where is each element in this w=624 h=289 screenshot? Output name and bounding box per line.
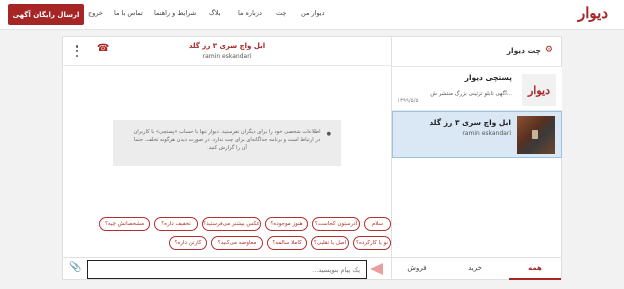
- chat-panel: ابل واچ سری ۳ رز گلد ramin eskandari ☎ ●…: [62, 36, 562, 280]
- quick-reply[interactable]: عکس بیشتر می‌فرستید؟: [202, 217, 261, 231]
- chat-header: ابل واچ سری ۳ رز گلد ramin eskandari: [63, 37, 391, 66]
- message-input[interactable]: [87, 260, 367, 279]
- quick-reply[interactable]: معاوضه می‌کنید؟: [211, 236, 263, 250]
- quick-reply[interactable]: آدرستون کجاست؟: [312, 217, 360, 231]
- nav-chat[interactable]: چت: [276, 9, 286, 17]
- bullet-icon: ●: [326, 131, 331, 137]
- quick-reply[interactable]: سلام: [364, 217, 391, 231]
- chat-subtitle: ramin eskandari: [202, 53, 252, 60]
- phone-icon[interactable]: ☎: [97, 43, 109, 54]
- conversation-title: پستچی دیوار: [464, 73, 512, 82]
- quick-reply[interactable]: نو یا کارکرده؟: [353, 236, 391, 250]
- nav-about[interactable]: درباره ما: [238, 9, 262, 17]
- gear-icon[interactable]: ⚙: [545, 45, 553, 55]
- attach-icon[interactable]: 📎: [69, 262, 81, 273]
- conversation-title: ابل واچ سری ۳ رز گلد: [429, 118, 511, 127]
- conversation-item[interactable]: دیوار پستچی دیوار آگهی تابلو تزئینی بزرگ…: [392, 66, 562, 111]
- active-tab-indicator: [509, 278, 561, 280]
- quick-reply[interactable]: هنوز موجوده؟: [265, 217, 308, 231]
- tab-buy[interactable]: خرید: [450, 264, 500, 272]
- nav-contact[interactable]: تماس با ما: [114, 9, 143, 17]
- sidebar-header: چت دیوار ⚙: [507, 45, 553, 55]
- conversation-preview: آگهی تابلو تزئینی بزرگ منتشر ش...: [430, 91, 512, 97]
- quick-reply[interactable]: کاملا سالمه؟: [267, 236, 307, 250]
- quick-reply[interactable]: مشخصاتش چیه؟: [99, 217, 150, 231]
- nav-logout[interactable]: خروج: [88, 9, 103, 17]
- nav-terms[interactable]: شرایط و راهنما: [154, 9, 196, 17]
- tab-all[interactable]: همه: [510, 264, 560, 272]
- nav-blog[interactable]: بلاگ: [209, 9, 221, 17]
- nav-my-divar[interactable]: دیوار من: [301, 9, 325, 17]
- quick-reply[interactable]: تخفیف داره؟: [154, 217, 198, 231]
- conversation-filter-tabs: فروش خرید همه: [392, 257, 562, 280]
- watch-thumbnail: [517, 116, 555, 154]
- quick-reply[interactable]: اصل یا تقلبی؟: [311, 236, 349, 250]
- privacy-notice: ● اطلاعات شخصی خود را برای دیگران نفرستی…: [113, 120, 341, 166]
- conversation-item-active[interactable]: ابل واچ سری ۳ رز گلد ramin eskandari: [392, 111, 562, 158]
- conversation-user: ramin eskandari: [462, 130, 511, 137]
- divar-logo[interactable]: دیوار: [578, 4, 609, 22]
- divar-thumb-logo: دیوار: [522, 74, 556, 106]
- quick-reply[interactable]: کارتن داره؟: [169, 236, 207, 250]
- privacy-notice-text: اطلاعات شخصی خود را برای دیگران نفرستید.…: [133, 129, 321, 151]
- sidebar-title: چت دیوار: [506, 45, 541, 55]
- message-composer: 📎: [63, 257, 391, 280]
- chat-title[interactable]: ابل واچ سری ۳ رز گلد: [73, 42, 381, 50]
- post-ad-button[interactable]: ارسال رایگان آگهی: [8, 4, 84, 25]
- send-icon[interactable]: [370, 263, 383, 275]
- top-bar: ارسال رایگان آگهی خروج تماس با ما شرایط …: [0, 0, 624, 30]
- tab-sell[interactable]: فروش: [392, 264, 442, 272]
- conversation-date: ۱۳۹۹/۵/۵: [397, 98, 419, 104]
